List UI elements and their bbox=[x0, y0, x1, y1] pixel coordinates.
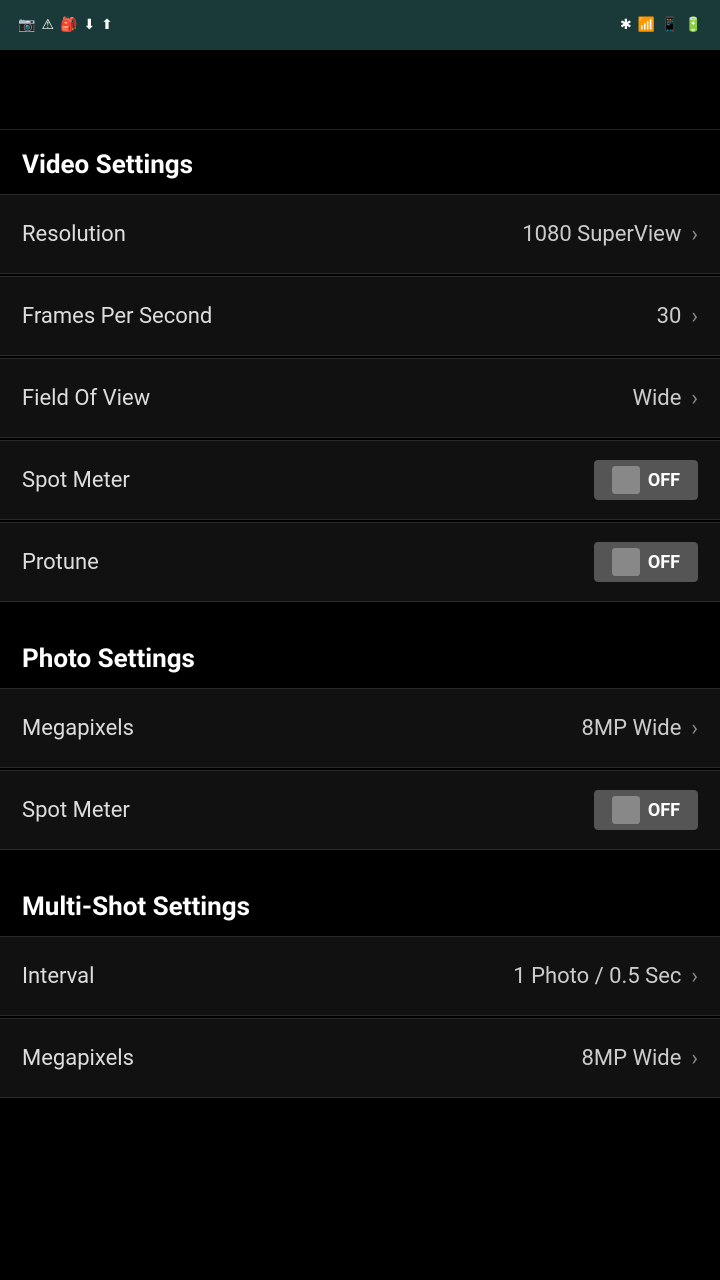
back-button[interactable] bbox=[20, 82, 36, 98]
top-nav bbox=[0, 50, 720, 130]
wifi-icon: 📶 bbox=[638, 17, 655, 33]
settings-label-resolution: Resolution bbox=[22, 222, 126, 247]
status-bar-right: ✱ 📶 📱 🔋 bbox=[620, 17, 708, 33]
settings-label-protune: Protune bbox=[22, 550, 99, 575]
section-header-multishot-settings: Multi-Shot Settings bbox=[0, 872, 720, 936]
section-header-photo-settings: Photo Settings bbox=[0, 624, 720, 688]
settings-value-resolution: 1080 SuperView bbox=[522, 222, 681, 247]
settings-value-container-interval: 1 Photo / 0.5 Sec › bbox=[513, 964, 698, 989]
settings-value-container-resolution: 1080 SuperView › bbox=[522, 222, 698, 247]
settings-value-container-spot-meter-photo: OFF bbox=[594, 790, 698, 830]
section-gap-1 bbox=[0, 852, 720, 872]
settings-value-container-spot-meter-video: OFF bbox=[594, 460, 698, 500]
toggle-protune[interactable]: OFF bbox=[594, 542, 698, 582]
status-bar-left: 📷 ⚠ 🎒 ⬇ ⬆ bbox=[12, 17, 113, 33]
upload-icon: ⬆ bbox=[101, 17, 113, 33]
sim-icon: 📱 bbox=[661, 17, 678, 33]
settings-label-field-of-view: Field Of View bbox=[22, 386, 150, 411]
settings-item-spot-meter-video[interactable]: Spot Meter OFF bbox=[0, 440, 720, 520]
chevron-icon-megapixels-photo: › bbox=[691, 716, 698, 741]
section-header-video-settings: Video Settings bbox=[0, 130, 720, 194]
download-icon: ⬇ bbox=[83, 17, 95, 33]
settings-value-container-frames-per-second: 30 › bbox=[657, 304, 698, 329]
settings-value-megapixels-multishot: 8MP Wide bbox=[582, 1046, 682, 1071]
settings-item-interval[interactable]: Interval 1 Photo / 0.5 Sec › bbox=[0, 936, 720, 1016]
settings-value-container-megapixels-multishot: 8MP Wide › bbox=[582, 1046, 698, 1071]
chevron-icon-field-of-view: › bbox=[691, 386, 698, 411]
toggle-spot-meter-video[interactable]: OFF bbox=[594, 460, 698, 500]
main-content: Video SettingsResolution1080 SuperView›F… bbox=[0, 130, 720, 1098]
toggle-spot-meter-photo[interactable]: OFF bbox=[594, 790, 698, 830]
settings-label-spot-meter-photo: Spot Meter bbox=[22, 798, 130, 823]
settings-item-megapixels-photo[interactable]: Megapixels 8MP Wide › bbox=[0, 688, 720, 768]
settings-label-interval: Interval bbox=[22, 964, 94, 989]
settings-item-frames-per-second[interactable]: Frames Per Second 30 › bbox=[0, 276, 720, 356]
settings-value-container-protune: OFF bbox=[594, 542, 698, 582]
status-bar: 📷 ⚠ 🎒 ⬇ ⬆ ✱ 📶 📱 🔋 bbox=[0, 0, 720, 50]
settings-value-interval: 1 Photo / 0.5 Sec bbox=[513, 964, 681, 989]
settings-value-container-megapixels-photo: 8MP Wide › bbox=[582, 716, 698, 741]
chevron-icon-resolution: › bbox=[691, 222, 698, 247]
settings-value-megapixels-photo: 8MP Wide bbox=[582, 716, 682, 741]
camera-icon: 📷 bbox=[18, 17, 35, 33]
settings-value-frames-per-second: 30 bbox=[657, 304, 682, 329]
settings-label-frames-per-second: Frames Per Second bbox=[22, 304, 212, 329]
settings-list-multishot-settings: Interval 1 Photo / 0.5 Sec › Megapixels 8MP … bbox=[0, 936, 720, 1098]
section-gap-0 bbox=[0, 604, 720, 624]
settings-label-megapixels-photo: Megapixels bbox=[22, 716, 134, 741]
bag-icon: 🎒 bbox=[60, 17, 77, 33]
settings-list-photo-settings: Megapixels 8MP Wide › Spot Meter OFF bbox=[0, 688, 720, 850]
warning-icon: ⚠ bbox=[41, 17, 54, 33]
settings-item-field-of-view[interactable]: Field Of View Wide › bbox=[0, 358, 720, 438]
bluetooth-icon: ✱ bbox=[620, 17, 632, 33]
settings-item-protune[interactable]: Protune OFF bbox=[0, 522, 720, 602]
settings-item-spot-meter-photo[interactable]: Spot Meter OFF bbox=[0, 770, 720, 850]
settings-label-megapixels-multishot: Megapixels bbox=[22, 1046, 134, 1071]
chevron-icon-frames-per-second: › bbox=[691, 304, 698, 329]
battery-icon: 🔋 bbox=[685, 17, 702, 33]
chevron-icon-megapixels-multishot: › bbox=[691, 1046, 698, 1071]
settings-value-field-of-view: Wide bbox=[632, 386, 681, 411]
settings-item-megapixels-multishot[interactable]: Megapixels 8MP Wide › bbox=[0, 1018, 720, 1098]
settings-item-resolution[interactable]: Resolution 1080 SuperView › bbox=[0, 194, 720, 274]
settings-value-container-field-of-view: Wide › bbox=[632, 386, 698, 411]
settings-list-video-settings: Resolution1080 SuperView›Frames Per Seco… bbox=[0, 194, 720, 602]
chevron-icon-interval: › bbox=[691, 964, 698, 989]
settings-label-spot-meter-video: Spot Meter bbox=[22, 468, 130, 493]
